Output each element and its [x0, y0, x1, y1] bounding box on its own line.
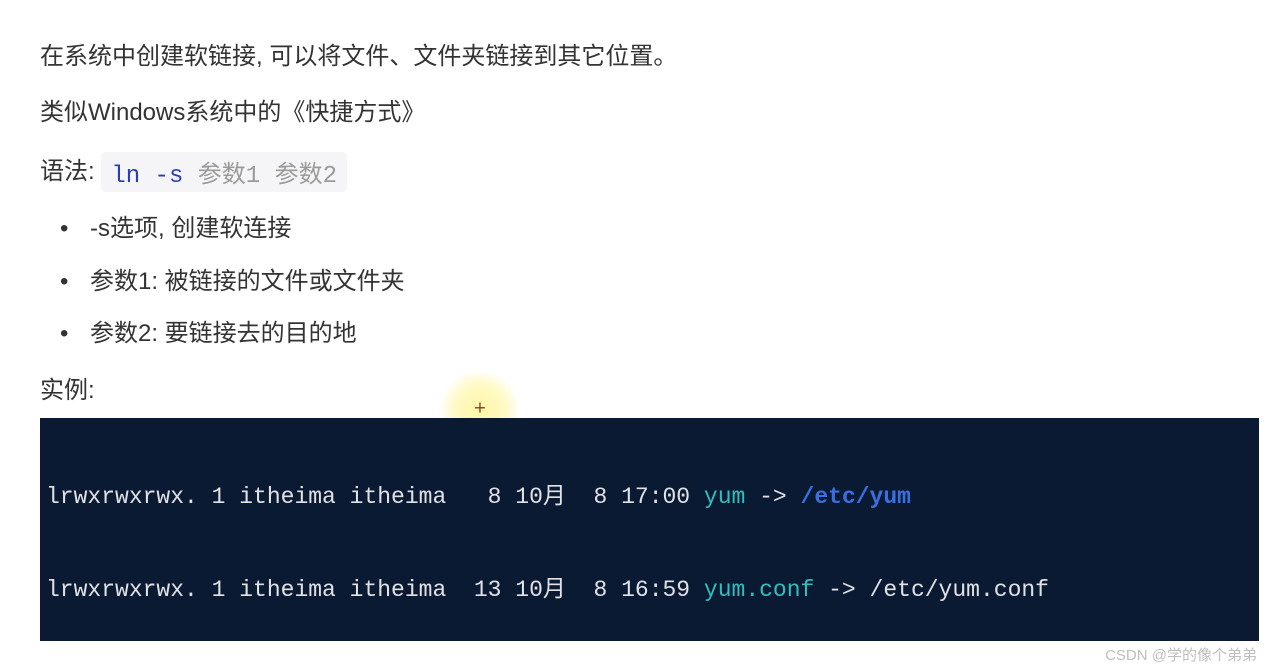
option-item: -s选项, 创建软连接 — [50, 210, 1225, 248]
arrow-text: -> — [814, 577, 869, 603]
terminal-row: lrwxrwxrwx. 1 itheima itheima 8 10月 8 17… — [46, 482, 1253, 513]
link-target: /etc/yum.conf — [870, 577, 1049, 603]
options-list: -s选项, 创建软连接 参数1: 被链接的文件或文件夹 参数2: 要链接去的目的… — [40, 210, 1225, 353]
syntax-arg1: 参数1 — [198, 163, 260, 190]
link-name: yum — [704, 484, 745, 510]
intro-line-2: 类似Windows系统中的《快捷方式》 — [40, 94, 1225, 132]
syntax-arg2: 参数2 — [275, 163, 337, 190]
perm-text: lrwxrwxrwx. 1 itheima itheima 13 10月 8 1… — [46, 577, 704, 603]
terminal-row: lrwxrwxrwx. 1 itheima itheima 13 10月 8 1… — [46, 575, 1253, 606]
syntax-cmd: ln -s — [111, 163, 183, 190]
syntax-label: 语法: — [40, 158, 101, 185]
example-label: 实例: — [40, 372, 1225, 410]
link-target: /etc/yum — [801, 484, 911, 510]
option-item: 参数2: 要链接去的目的地 — [50, 315, 1225, 353]
intro-line-1: 在系统中创建软链接, 可以将文件、文件夹链接到其它位置。 — [40, 38, 1225, 76]
watermark-text: CSDN @学的像个弟弟 — [1105, 644, 1257, 665]
perm-text: lrwxrwxrwx. 1 itheima itheima 8 10月 8 17… — [46, 484, 704, 510]
terminal-output: lrwxrwxrwx. 1 itheima itheima 8 10月 8 17… — [40, 418, 1259, 641]
syntax-line: 语法: ln -s 参数1 参数2 — [40, 151, 1225, 193]
option-item: 参数1: 被链接的文件或文件夹 — [50, 263, 1225, 301]
arrow-text: -> — [745, 484, 800, 510]
link-name: yum.conf — [704, 577, 814, 603]
syntax-box: ln -s 参数1 参数2 — [101, 152, 347, 192]
